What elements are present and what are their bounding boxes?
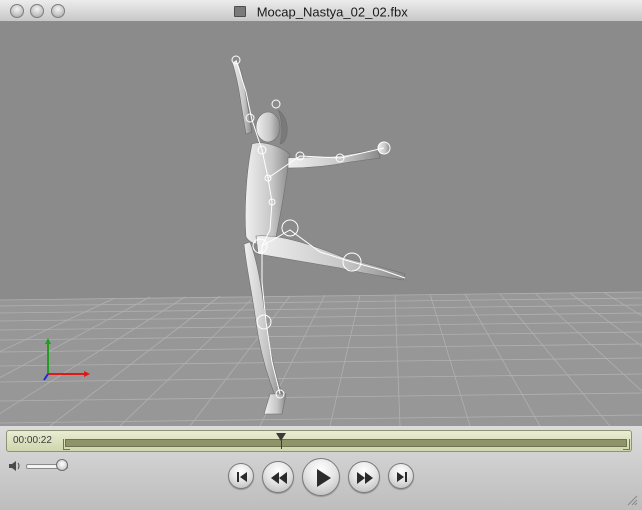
skip-to-start-icon <box>237 472 247 482</box>
playback-controller: 00:00:22 <box>0 426 642 510</box>
playhead-line <box>281 439 283 449</box>
timeline-track[interactable] <box>65 439 627 447</box>
current-timecode: 00:00:22 <box>13 435 52 446</box>
fast-forward-icon <box>357 472 373 484</box>
window-title: Mocap_Nastya_02_02.fbx <box>256 4 408 20</box>
3d-viewport[interactable] <box>0 22 642 426</box>
resize-grip-icon[interactable] <box>626 494 638 506</box>
title-bar[interactable]: Mocap_Nastya_02_02.fbx <box>0 0 642 22</box>
rewind-icon <box>271 472 287 484</box>
window-title-group: Mocap_Nastya_02_02.fbx <box>0 3 642 21</box>
go-to-end-button[interactable] <box>388 463 414 489</box>
fbx-file-icon <box>234 6 247 18</box>
timeline-end-cap <box>623 439 630 450</box>
go-to-start-button[interactable] <box>228 463 254 489</box>
floor-grid <box>0 291 642 426</box>
fast-forward-button[interactable] <box>348 461 380 493</box>
quicktime-window: Mocap_Nastya_02_02.fbx 00:00:22 <box>0 0 642 510</box>
rewind-button[interactable] <box>262 461 294 493</box>
viewport-scene <box>0 22 642 426</box>
play-icon <box>317 469 331 487</box>
skip-to-end-icon <box>397 472 407 482</box>
speaker-icon[interactable] <box>8 460 22 472</box>
play-button[interactable] <box>302 458 340 496</box>
volume-slider-knob[interactable] <box>56 459 68 471</box>
timeline-bar[interactable]: 00:00:22 <box>6 430 632 452</box>
